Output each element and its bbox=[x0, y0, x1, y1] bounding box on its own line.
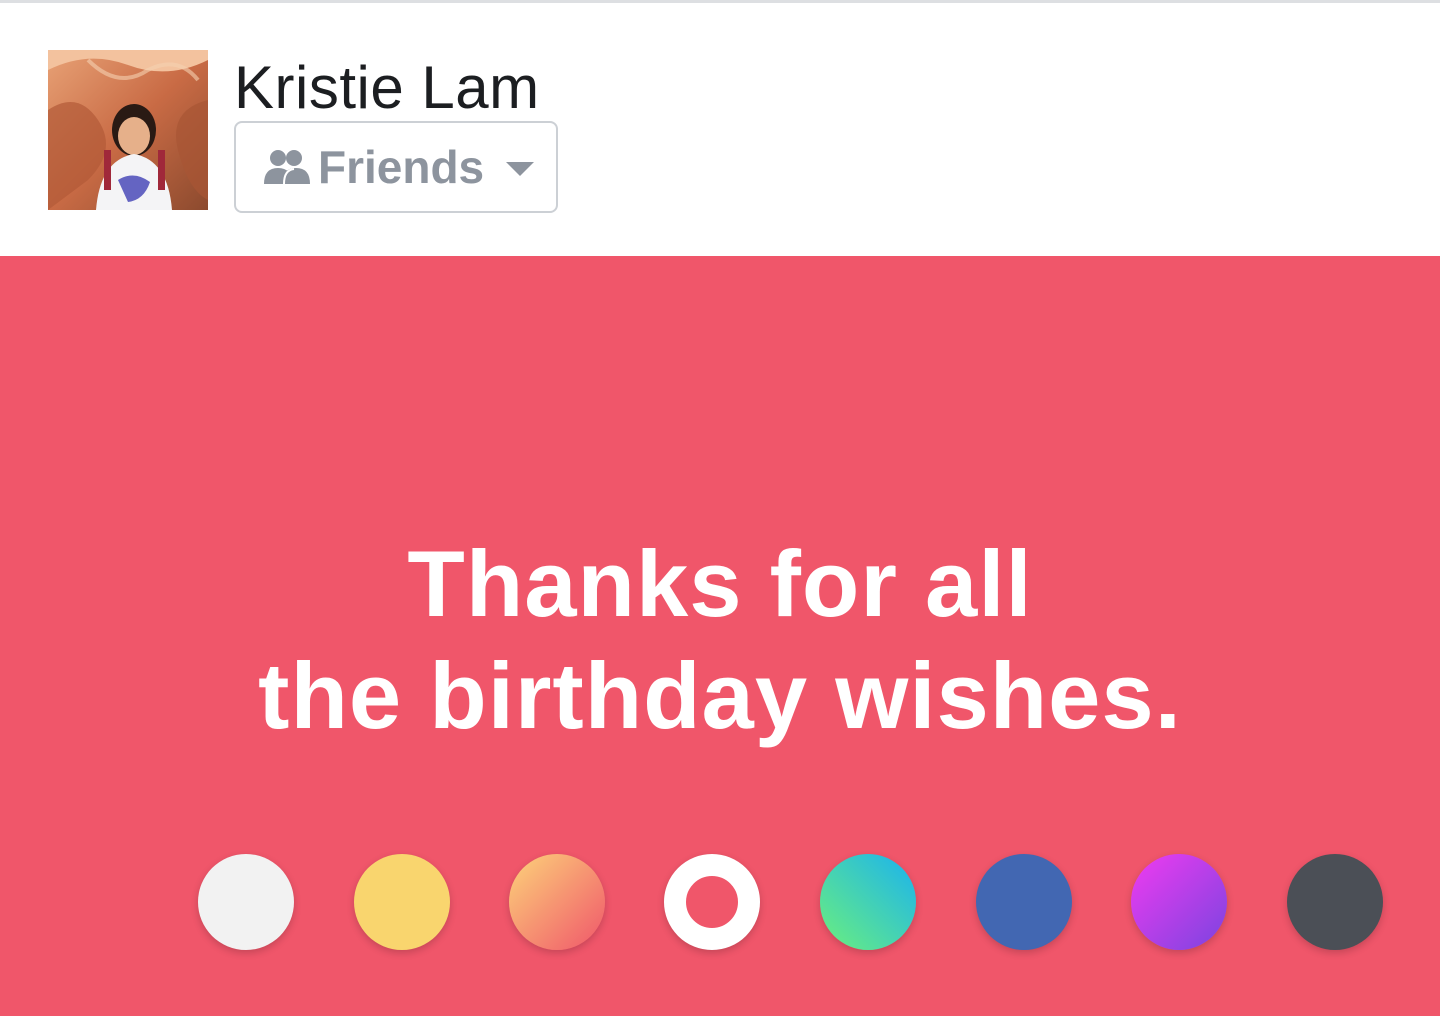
background-swatch-purple-gradient[interactable] bbox=[1131, 854, 1227, 950]
post-text-line: Thanks for all bbox=[407, 531, 1033, 636]
user-name[interactable]: Kristie Lam bbox=[234, 53, 540, 123]
composer-header: Kristie Lam Friends bbox=[0, 3, 1440, 256]
background-swatch-teal-gradient[interactable] bbox=[820, 854, 916, 950]
friends-icon bbox=[262, 147, 312, 187]
avatar-photo bbox=[48, 50, 208, 210]
background-swatch-white[interactable] bbox=[198, 854, 294, 950]
background-swatch-orange-gradient[interactable] bbox=[509, 854, 605, 950]
audience-label: Friends bbox=[318, 141, 485, 193]
post-text-line: the birthday wishes. bbox=[258, 643, 1182, 748]
avatar[interactable] bbox=[48, 50, 208, 210]
post-text[interactable]: Thanks for all the birthday wishes. bbox=[0, 528, 1440, 752]
background-color-picker bbox=[198, 854, 1388, 954]
audience-selector-button[interactable]: Friends bbox=[234, 121, 558, 213]
background-swatch-yellow[interactable] bbox=[354, 854, 450, 950]
background-swatch-dark-gray[interactable] bbox=[1287, 854, 1383, 950]
caret-down-icon bbox=[506, 162, 535, 176]
background-swatch-red[interactable] bbox=[664, 854, 760, 950]
post-background-canvas[interactable]: Thanks for all the birthday wishes. bbox=[0, 256, 1440, 1016]
background-swatch-blue[interactable] bbox=[976, 854, 1072, 950]
